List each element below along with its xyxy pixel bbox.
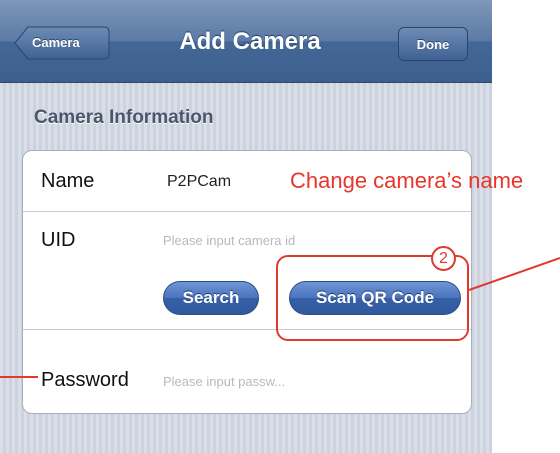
done-button[interactable]: Done <box>398 27 468 61</box>
password-field[interactable]: Please input passw... <box>163 374 285 389</box>
uid-label: UID <box>41 229 76 251</box>
uid-field[interactable]: Please input camera id <box>163 233 295 248</box>
phone-screen: Camera Add Camera Done Camera Informatio… <box>0 0 492 453</box>
page-title: Add Camera <box>179 28 321 55</box>
name-field[interactable]: P2PCam <box>167 173 231 191</box>
back-button-label: Camera <box>32 35 80 50</box>
back-button[interactable]: Camera <box>14 26 110 60</box>
section-header: Camera Information <box>34 107 214 128</box>
password-row: Password Please input passw... <box>23 329 471 413</box>
password-label: Password <box>41 369 129 391</box>
navigation-bar: Camera Add Camera Done <box>0 0 492 83</box>
step-number-badge: 2 <box>431 246 456 271</box>
name-label: Name <box>41 170 95 192</box>
name-annotation: Change camera’s name <box>290 168 524 193</box>
search-button[interactable]: Search <box>163 281 259 315</box>
